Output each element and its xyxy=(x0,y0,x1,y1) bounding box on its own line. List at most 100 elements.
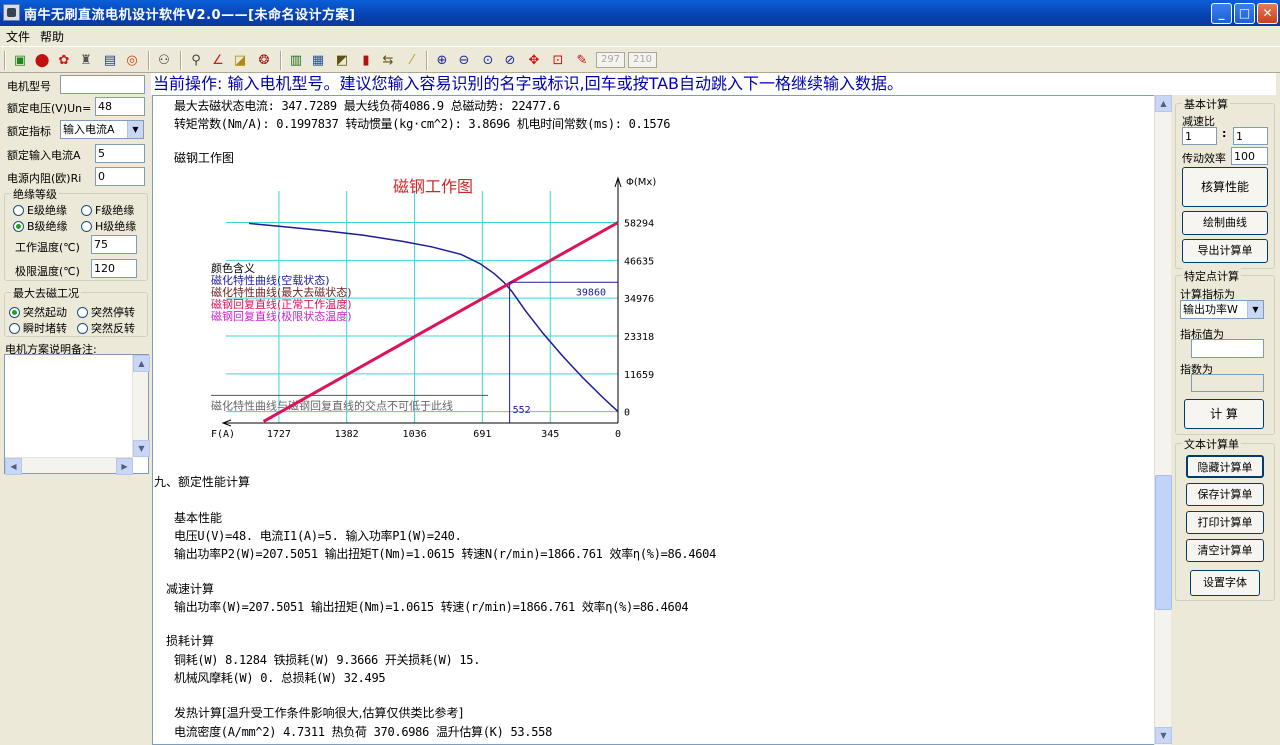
pen-icon[interactable]: ⁄ xyxy=(402,51,422,70)
chevron-down-icon[interactable]: ▼ xyxy=(127,121,143,138)
doc-line: 输出功率P2(W)=207.5051 输出扭矩T(Nm)=1.0615 转速N(… xyxy=(174,547,717,561)
chart-limit-note: 磁化特性曲线与磁钢回复直线的交点不可低于此线 xyxy=(211,398,453,412)
rated-voltage-input[interactable]: 48 xyxy=(95,97,145,116)
radio-insulation-b[interactable]: B级绝缘 xyxy=(13,218,68,234)
minimize-button[interactable]: _ xyxy=(1211,3,1232,24)
scroll-thumb[interactable] xyxy=(1155,475,1172,610)
radio-sudden-start[interactable]: 突然起动 xyxy=(9,304,67,320)
limit-temp-input[interactable]: 120 xyxy=(91,259,137,278)
bulb-icon[interactable]: ♜ xyxy=(76,51,96,70)
zoom-in-icon[interactable]: ⊕ xyxy=(432,51,452,70)
target-icon[interactable]: ◎ xyxy=(122,51,142,70)
internal-resistance-input[interactable]: 0 xyxy=(95,167,145,186)
right-panel: 基本计算 减速比 1 : 1 传动效率 100 核算性能 绘制曲线 导出计算单 … xyxy=(1172,95,1280,745)
hide-sheet-button[interactable]: 隐藏计算单 xyxy=(1186,455,1264,478)
chart-title: 磁钢工作图 xyxy=(393,177,473,196)
scroll-up-icon[interactable]: ▲ xyxy=(1155,95,1172,112)
note-icon[interactable]: ◪ xyxy=(230,51,250,70)
radio-label: F级绝缘 xyxy=(95,204,135,217)
window-title: 南牛无刷直流电机设计软件V2.0——[未命名设计方案] xyxy=(24,8,356,23)
close-button[interactable]: ✕ xyxy=(1257,3,1278,24)
title-bar: 南牛无刷直流电机设计软件V2.0——[未命名设计方案] _ □ ✕ xyxy=(0,0,1280,26)
scroll-down-icon[interactable]: ▼ xyxy=(133,440,150,457)
stop-icon[interactable]: ⬤ xyxy=(32,51,52,70)
chart-intersection-flux-label: 39860 xyxy=(576,287,606,298)
gear-icon[interactable]: ✿ xyxy=(54,51,74,70)
chart-x-tick-label: 345 xyxy=(541,429,559,440)
notes-vscroll[interactable]: ▲ ▼ xyxy=(132,355,150,457)
pencil-icon[interactable]: ✎ xyxy=(572,51,592,70)
efficiency-label: 传动效率 xyxy=(1182,152,1226,165)
export-sheet-button[interactable]: 导出计算单 xyxy=(1182,239,1268,263)
heat-title: 发热计算[温升受工作条件影响很大,估算仅供类比参考] xyxy=(174,706,464,720)
radio-insulation-f[interactable]: F级绝缘 xyxy=(81,202,134,218)
book-icon[interactable]: ▥ xyxy=(286,51,306,70)
radio-dot xyxy=(9,322,20,334)
save-sheet-button[interactable]: 保存计算单 xyxy=(1186,483,1264,506)
radio-instant-lock[interactable]: 瞬时堵转 xyxy=(9,320,67,336)
draw-curve-button[interactable]: 绘制曲线 xyxy=(1182,211,1268,235)
layers-icon[interactable]: ◩ xyxy=(332,51,352,70)
chart-x-axis-label: F(A) xyxy=(211,429,235,440)
document-vscroll[interactable]: ▲ ▼ xyxy=(1154,95,1172,745)
toolbar-separator xyxy=(180,51,182,70)
basic-calc-group-title: 基本计算 xyxy=(1182,96,1230,112)
zoom-fit-icon[interactable]: ⊘ xyxy=(500,51,520,70)
left-panel: 电机型号 额定电压(V)Un= 48 额定指标 输入电流A ▼ 额定输入电流A … xyxy=(0,73,151,745)
line-chart-icon[interactable]: ∠ xyxy=(208,51,228,70)
loss-title: 损耗计算 xyxy=(166,634,215,648)
scroll-down-icon[interactable]: ▼ xyxy=(1155,727,1172,744)
zoom-out-icon[interactable]: ⊖ xyxy=(454,51,474,70)
zoom-reset-icon[interactable]: ⊙ xyxy=(478,51,498,70)
barcode-icon[interactable]: ▮ xyxy=(356,51,376,70)
cursor-x-readout: 297 xyxy=(596,52,625,68)
clear-sheet-button[interactable]: 清空计算单 xyxy=(1186,539,1264,562)
doc-line: 电流密度(A/mm^2) 4.7311 热负荷 370.6986 温升估算(K)… xyxy=(174,725,552,739)
reduce-title: 减速计算 xyxy=(166,582,215,596)
doc-icon[interactable]: ▦ xyxy=(308,51,328,70)
new-file-icon[interactable]: ▣ xyxy=(10,51,30,70)
rated-index-value: 输入电流A xyxy=(63,123,115,136)
magnet-chart: 1727 1382 1036 691 345 0 58294 46635 34976 23318 1… xyxy=(211,176,656,440)
motor-model-input[interactable] xyxy=(60,75,145,94)
ratio-input-a[interactable]: 1 xyxy=(1182,127,1217,145)
check-performance-button[interactable]: 核算性能 xyxy=(1182,167,1268,207)
ratio-input-b[interactable]: 1 xyxy=(1233,127,1268,145)
work-temp-input[interactable]: 75 xyxy=(91,235,137,254)
magnet-icon[interactable]: ⚇ xyxy=(154,51,174,70)
move-icon[interactable]: ✥ xyxy=(524,51,544,70)
rated-input-current-input[interactable]: 5 xyxy=(95,144,145,163)
maximize-button[interactable]: □ xyxy=(1234,3,1255,24)
index-value-input[interactable] xyxy=(1191,339,1264,358)
window-icon[interactable]: ▤ xyxy=(100,51,120,70)
radio-dot xyxy=(77,306,88,318)
toolbar-separator xyxy=(280,51,282,70)
chevron-down-icon[interactable]: ▼ xyxy=(1247,301,1263,318)
scroll-left-icon[interactable]: ◀ xyxy=(5,458,22,475)
radio-insulation-e[interactable]: E级绝缘 xyxy=(13,202,67,218)
set-font-button[interactable]: 设置字体 xyxy=(1190,570,1260,596)
motor-icon[interactable]: ❂ xyxy=(254,51,274,70)
sync-icon[interactable]: ⇆ xyxy=(378,51,398,70)
scroll-right-icon[interactable]: ▶ xyxy=(116,458,133,475)
section9-title: 九、额定性能计算 xyxy=(154,475,251,489)
menu-file[interactable]: 文件 xyxy=(6,28,30,45)
rated-index-select[interactable]: 输入电流A ▼ xyxy=(60,120,144,139)
scroll-up-icon[interactable]: ▲ xyxy=(133,355,150,372)
radio-sudden-reverse[interactable]: 突然反转 xyxy=(77,320,135,336)
radio-dot xyxy=(13,204,24,216)
menu-help[interactable]: 帮助 xyxy=(40,28,64,45)
radio-sudden-stop[interactable]: 突然停转 xyxy=(77,304,135,320)
print-sheet-button[interactable]: 打印计算单 xyxy=(1186,511,1264,534)
chart-y-tick-label: 11659 xyxy=(624,370,654,381)
notes-hscroll[interactable]: ◀ ▶ xyxy=(5,457,133,475)
calc-index-select[interactable]: 输出功率W ▼ xyxy=(1180,300,1264,319)
zoom-window-icon[interactable]: ⊡ xyxy=(548,51,568,70)
search-icon[interactable]: ⚲ xyxy=(186,51,206,70)
notes-textarea[interactable]: ▲ ▼ ◀ ▶ xyxy=(4,354,150,475)
calculate-button[interactable]: 计 算 xyxy=(1184,399,1264,429)
radio-insulation-h[interactable]: H级绝缘 xyxy=(81,218,136,234)
efficiency-input[interactable]: 100 xyxy=(1231,147,1268,165)
work-temp-label: 工作温度(℃) xyxy=(15,241,80,254)
motor-model-label: 电机型号 xyxy=(7,80,51,93)
